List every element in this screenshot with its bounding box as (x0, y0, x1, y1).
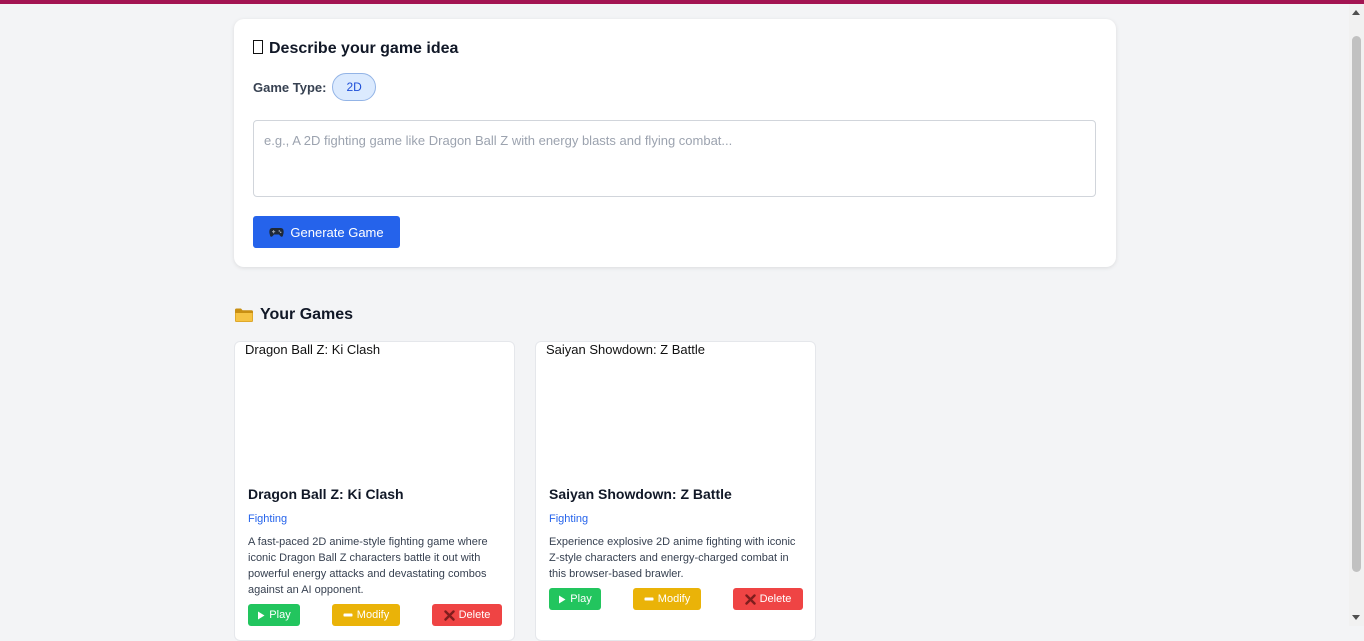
prompt-card: Describe your game idea Game Type: 2D Ge… (234, 19, 1116, 267)
game-card: Saiyan Showdown: Z Battle Saiyan Showdow… (535, 341, 816, 641)
game-genre: Fighting (549, 513, 589, 525)
modify-label: Modify (356, 609, 390, 621)
game-idea-input[interactable] (253, 120, 1096, 197)
prompt-title-text: Describe your game idea (269, 40, 459, 57)
scroll-up-arrow-icon[interactable] (1352, 10, 1360, 15)
game-thumbnail-alt: Dragon Ball Z: Ki Clash (245, 342, 381, 357)
prompt-title: Describe your game idea (253, 40, 458, 58)
game-description: Experience explosive 2D anime fighting w… (549, 536, 796, 580)
missing-glyph-icon (253, 40, 263, 54)
delete-label: Delete (759, 593, 792, 605)
folder-icon (234, 307, 254, 323)
generate-game-label: Generate Game (290, 224, 384, 240)
play-button[interactable]: Play (248, 604, 300, 626)
game-title: Saiyan Showdown: Z Battle (549, 486, 732, 502)
game-description: A fast-paced 2D anime-style fighting gam… (248, 536, 488, 596)
game-thumbnail-alt: Saiyan Showdown: Z Battle (546, 342, 705, 357)
play-label: Play (570, 593, 592, 605)
gamepad-icon (269, 227, 285, 238)
game-type-2d-pill[interactable]: 2D (332, 73, 376, 101)
modify-button[interactable]: Modify (332, 604, 400, 626)
game-thumbnail[interactable]: Saiyan Showdown: Z Battle (536, 342, 815, 476)
your-games-heading-text: Your Games (260, 306, 354, 323)
play-icon (558, 595, 566, 604)
broken-image-icon (235, 344, 245, 356)
game-card: Dragon Ball Z: Ki Clash Dragon Ball Z: K… (234, 341, 515, 641)
your-games-heading: Your Games (234, 306, 353, 324)
minus-icon (644, 594, 654, 604)
minus-icon (343, 610, 353, 620)
game-genre: Fighting (248, 513, 288, 525)
broken-image-icon (536, 344, 546, 356)
game-type-label: Game Type: (253, 79, 327, 95)
play-button[interactable]: Play (549, 588, 601, 610)
scroll-down-arrow-icon[interactable] (1352, 615, 1360, 620)
top-accent-bar (0, 0, 1364, 4)
cross-icon (744, 593, 756, 605)
cross-icon (443, 609, 455, 621)
game-thumbnail[interactable]: Dragon Ball Z: Ki Clash (235, 342, 514, 476)
modify-button[interactable]: Modify (633, 588, 701, 610)
play-icon (257, 611, 265, 620)
delete-button[interactable]: Delete (733, 588, 803, 610)
play-label: Play (269, 609, 291, 621)
game-title: Dragon Ball Z: Ki Clash (248, 486, 404, 502)
delete-button[interactable]: Delete (432, 604, 502, 626)
scrollbar-thumb[interactable] (1352, 36, 1361, 572)
game-type-row: Game Type: 2D (253, 73, 376, 101)
modify-label: Modify (657, 593, 691, 605)
delete-label: Delete (458, 609, 491, 621)
game-actions: Play Modify Delete (549, 588, 803, 610)
vertical-scrollbar[interactable] (1349, 4, 1364, 626)
generate-game-button[interactable]: Generate Game (253, 216, 400, 248)
game-actions: Play Modify Delete (248, 604, 502, 626)
